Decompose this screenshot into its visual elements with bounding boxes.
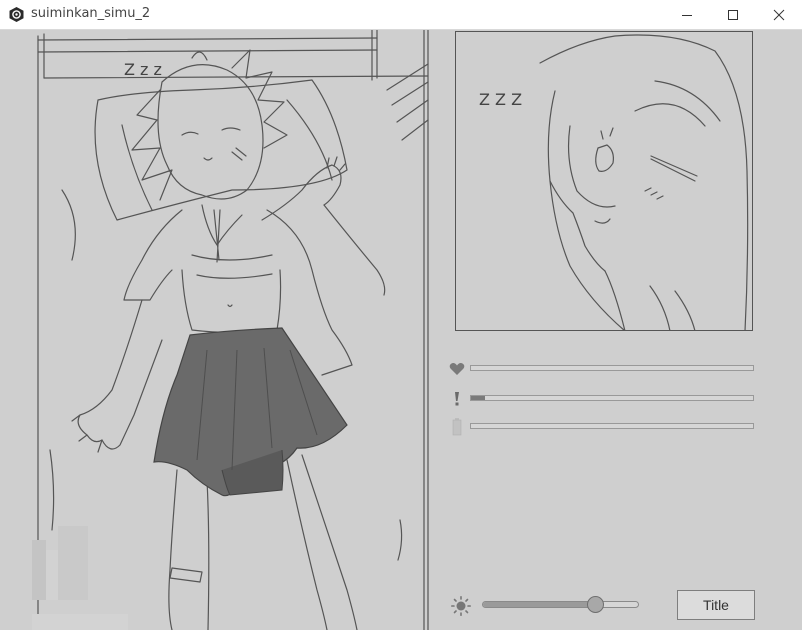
main-scene-illustration[interactable]: Z z z [32,30,430,630]
game-area: Z z z Z Z Z Title [0,30,802,630]
close-icon [773,9,785,20]
stamina-bar [470,423,754,429]
window-title: suiminkan_simu_2 [31,6,151,21]
brightness-slider-fill [483,602,595,607]
gauge-affection [449,362,759,376]
gauge-stamina [449,418,759,436]
gauge-alert [449,392,759,406]
closeup-portrait[interactable]: Z Z Z [455,31,753,331]
app-window: suiminkan_simu_2 Z z z Z Z Z Title [0,0,802,630]
bottom-controls: Title [449,590,759,624]
maximize-button[interactable] [710,0,756,29]
heart-icon [449,363,465,375]
minimize-icon [682,14,692,16]
skirt-shading [153,327,348,497]
alert-bar-fill [471,396,486,400]
brightness-slider-thumb[interactable] [586,596,604,613]
title-bar[interactable]: suiminkan_simu_2 [0,0,802,30]
sun-icon [451,596,471,616]
sleeping-girl-drawing: Z z z [32,30,429,630]
main-sleep-mark: Z z z [124,60,162,79]
brightness-slider[interactable] [482,596,639,613]
minimize-button[interactable] [664,0,710,29]
gear-cube-icon [9,7,24,22]
closeup-face-drawing: Z Z Z [455,31,753,331]
maximize-icon [728,9,738,20]
alert-bar [470,395,754,401]
title-button[interactable]: Title [677,590,755,620]
affection-bar [470,365,754,371]
close-button[interactable] [756,0,802,29]
closeup-sleep-mark: Z Z Z [479,90,522,109]
pixelated-patch [32,526,128,630]
exclamation-icon [455,392,459,406]
battery-icon [452,418,462,436]
